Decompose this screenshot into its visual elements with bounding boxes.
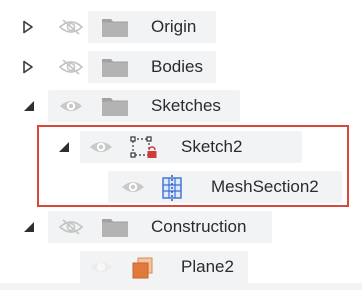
visibility-hidden-icon[interactable] [58, 218, 84, 236]
expand-triangle-collapsed-icon[interactable] [22, 20, 34, 34]
browser-tree: Origin Bodies Sketches Sketch2 MeshSecti… [0, 0, 362, 290]
tree-item-label: Sketch2 [181, 137, 243, 156]
tree-item-origin[interactable]: Origin [0, 7, 362, 47]
tree-item-label: Construction [151, 217, 247, 236]
visibility-hidden-icon[interactable] [88, 258, 114, 276]
tree-item-label: Plane2 [181, 257, 234, 276]
tree-item-label: MeshSection2 [211, 177, 319, 196]
tree-item-plane2[interactable]: Plane2 [0, 247, 362, 287]
folder-icon [101, 56, 129, 78]
folder-icon [101, 216, 129, 238]
tree-item-sketches[interactable]: Sketches [0, 86, 362, 126]
folder-icon [101, 95, 129, 117]
tree-item-meshsection2[interactable]: MeshSection2 [0, 167, 362, 207]
tree-item-label: Bodies [151, 57, 203, 76]
visibility-hidden-icon[interactable] [58, 18, 84, 36]
tree-item-construction[interactable]: Construction [0, 207, 362, 247]
visibility-visible-icon[interactable] [88, 138, 114, 156]
expand-triangle-collapsed-icon[interactable] [22, 60, 34, 74]
panel-bottom-edge [0, 283, 362, 290]
visibility-hidden-icon[interactable] [58, 58, 84, 76]
tree-item-label: Sketches [151, 96, 221, 115]
mesh-section-icon [160, 175, 188, 201]
tree-item-bodies[interactable]: Bodies [0, 47, 362, 87]
expand-triangle-expanded-icon[interactable] [57, 140, 71, 154]
plane-icon [130, 256, 156, 280]
expand-triangle-expanded-icon[interactable] [22, 99, 36, 113]
tree-item-label: Origin [151, 17, 197, 36]
expand-triangle-expanded-icon[interactable] [22, 220, 36, 234]
visibility-visible-icon[interactable] [58, 97, 84, 115]
folder-icon [101, 16, 129, 38]
tree-item-sketch2[interactable]: Sketch2 [0, 127, 362, 167]
sketch-icon [129, 135, 159, 161]
visibility-visible-icon[interactable] [120, 178, 146, 196]
